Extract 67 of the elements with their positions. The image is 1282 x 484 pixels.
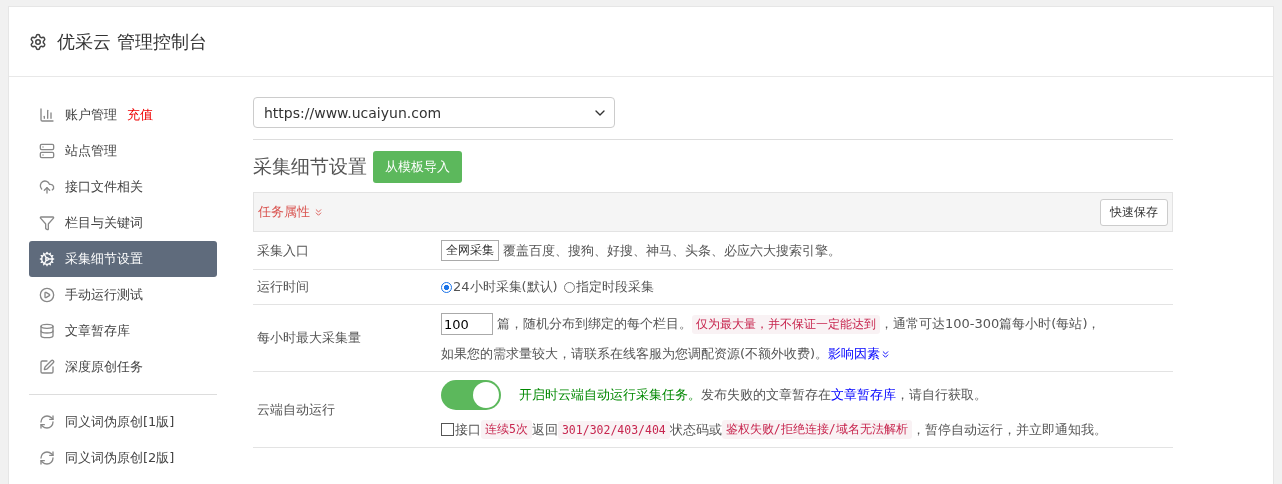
cloud-upload-icon: [39, 179, 55, 195]
radio-label: 24小时采集(默认): [453, 278, 558, 296]
sidebar-item[interactable]: 手动运行测试: [29, 277, 217, 313]
sidebar-label: 同义词伪原创[1版]: [65, 413, 175, 431]
option-text: 接口: [455, 420, 481, 439]
save-button[interactable]: 快速保存: [1100, 198, 1168, 226]
site-select[interactable]: https://www.ucaiyun.com: [253, 97, 615, 128]
play-icon: [39, 287, 55, 303]
sidebar-item[interactable]: 采集细节设置: [29, 241, 217, 277]
sidebar-item[interactable]: 同义词伪原创[1版]: [29, 404, 217, 440]
mode-select[interactable]: 全网采集: [441, 240, 499, 261]
contact-note: 如果您的需求量较大，请联系在线客服为您调配资源(不额外收费)。: [441, 345, 829, 363]
option-text: 状态码或: [669, 420, 722, 439]
sidebar-item[interactable]: 同义词伪原创[2版]: [29, 440, 217, 476]
refresh-icon: [39, 414, 55, 430]
sidebar-label: 手动运行测试: [65, 286, 143, 304]
storage-link[interactable]: 文章暂存库: [831, 386, 896, 404]
refresh-icon: [39, 450, 55, 466]
sidebar-label: 账户管理: [65, 106, 117, 124]
sidebar-label: 深度原创任务: [65, 358, 143, 376]
sidebar-item[interactable]: 接口文件相关: [29, 169, 217, 205]
bar-chart-icon: [39, 107, 55, 123]
recharge-link[interactable]: 充值: [127, 106, 153, 124]
sidebar-label: 接口文件相关: [65, 178, 143, 196]
sidebar-label: 同义词伪原创[2版]: [65, 449, 175, 467]
gear-icon: [39, 251, 55, 267]
code-text: 仅为最大量，并不保证一定能达到: [692, 314, 880, 334]
toggle-switch[interactable]: [441, 380, 501, 410]
sidebar-label: 文章暂存库: [65, 322, 130, 340]
filter-icon: [39, 215, 55, 231]
sidebar-item[interactable]: 文章暂存库: [29, 313, 217, 349]
radio-button[interactable]: [563, 281, 575, 293]
sidebar-label: 栏目与关键词: [65, 214, 143, 232]
option-text: 返回: [531, 420, 558, 439]
section-title: 采集细节设置: [253, 154, 367, 179]
rate-text: 篇，随机分布到绑定的每个栏目。: [497, 315, 692, 333]
console-title: 优采云 管理控制台: [57, 29, 207, 54]
radio-label: 指定时段采集: [575, 278, 654, 296]
cloud-run-note: 开启时云端自动运行采集任务。: [519, 386, 701, 404]
database-icon: [39, 323, 55, 339]
settings-icon: [29, 32, 47, 51]
checkbox[interactable]: [441, 423, 454, 436]
field-label: 运行时间: [256, 278, 310, 296]
rate-note: ，通常可达100-300篇每小时(每站)，: [880, 315, 1101, 333]
sidebar-item[interactable]: 账户管理 充值: [29, 97, 217, 133]
panel-heading[interactable]: 任务属性: [258, 203, 324, 221]
sidebar-item[interactable]: 站点管理: [29, 133, 217, 169]
chevron-icon: [313, 206, 324, 218]
field-label: 采集入口: [256, 241, 310, 260]
sidebar-label: 站点管理: [65, 142, 117, 160]
storage-note: 发布失败的文章暂存在: [701, 386, 831, 404]
sidebar-label: 采集细节设置: [65, 250, 143, 268]
field-label: 每小时最大采集量: [256, 329, 362, 347]
option-text: ，暂停自动运行，并立即通知我。: [911, 420, 1107, 439]
rate-input[interactable]: 100: [441, 313, 493, 335]
sidebar-item[interactable]: 深度原创任务: [29, 349, 217, 385]
field-label: 云端自动运行: [256, 400, 336, 419]
engine-description: 覆盖百度、搜狗、好搜、神马、头条、必应六大搜索引擎。: [503, 241, 841, 260]
code-text: 301/302/403/404: [557, 420, 670, 439]
sidebar-item[interactable]: 栏目与关键词: [29, 205, 217, 241]
code-text: 鉴权失败/拒绝连接/域名无法解析: [721, 420, 912, 439]
server-icon: [39, 143, 55, 159]
factors-link[interactable]: 影响因素: [828, 345, 892, 363]
code-text: 连续5次: [481, 420, 532, 439]
edit-icon: [39, 359, 55, 375]
radio-button[interactable]: [441, 281, 452, 293]
fetch-note: ，请自行获取。: [896, 386, 987, 404]
